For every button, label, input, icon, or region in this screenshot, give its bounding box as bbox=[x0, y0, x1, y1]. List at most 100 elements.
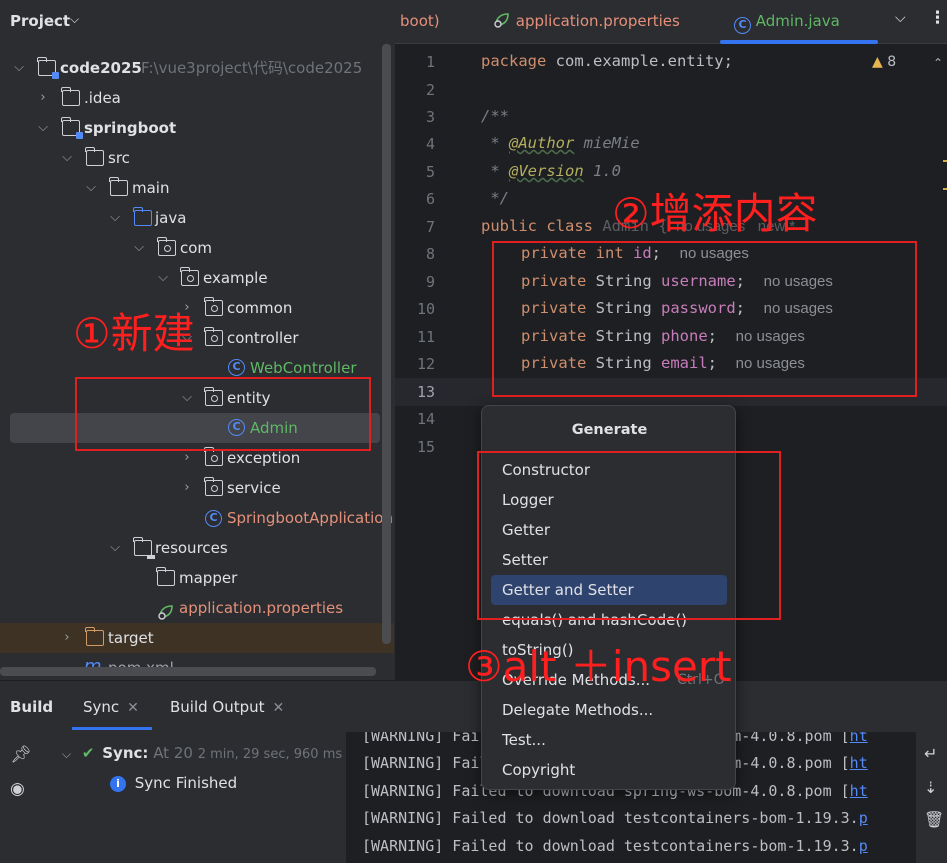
line-number: 7 bbox=[425, 218, 435, 236]
tree-item-controller[interactable]: ⌵ controller bbox=[0, 323, 394, 353]
tree-item-src[interactable]: ⌵ src bbox=[0, 143, 394, 173]
tree-item-label: code2025 bbox=[60, 59, 142, 77]
project-panel: Project ⌵ ⌵ code2025 F:\vue3project\代码\c… bbox=[0, 0, 394, 680]
vertical-scrollbar[interactable] bbox=[382, 44, 391, 644]
chevron-down-icon[interactable]: ⌵ bbox=[70, 12, 79, 27]
horizontal-scrollbar[interactable] bbox=[0, 667, 376, 676]
menu-item-label: Delegate Methods... bbox=[502, 701, 654, 719]
tree-item-label: example bbox=[203, 269, 268, 287]
warning-count: 8 bbox=[887, 54, 897, 70]
build-tool-window: Build Sync ✕ Build Output ✕ 📌︎ ◉ ⌵ ✔ Sync:… bbox=[0, 680, 947, 863]
line-number: 15 bbox=[416, 438, 435, 456]
expand-arrow-icon[interactable]: › bbox=[60, 623, 74, 653]
change-marker bbox=[943, 160, 947, 162]
expand-arrow-icon[interactable]: ⌵ bbox=[84, 173, 98, 203]
tab-admin-java[interactable]: C Admin.java bbox=[734, 12, 840, 34]
generate-test[interactable]: Test... bbox=[491, 725, 727, 755]
tab-label: Sync bbox=[83, 698, 120, 716]
tree-item-com[interactable]: ⌵ com bbox=[0, 233, 394, 263]
soft-wrap-icon[interactable]: ↵ bbox=[924, 744, 937, 763]
log-line: [WARNING] Failed to download testcontain… bbox=[362, 837, 868, 855]
tree-item-label: .idea bbox=[84, 89, 121, 107]
sync-finished-row[interactable]: i Sync Finished bbox=[110, 774, 237, 792]
line-number: 11 bbox=[416, 328, 435, 346]
generate-popup-title: Generate bbox=[571, 422, 648, 438]
line-number: 3 bbox=[425, 108, 435, 126]
expand-arrow-icon[interactable]: ⌵ bbox=[108, 533, 122, 563]
code-text: com.example.entity; bbox=[546, 52, 733, 70]
log-link[interactable]: p bbox=[859, 809, 868, 827]
generate-copyright[interactable]: Copyright bbox=[491, 755, 727, 785]
project-panel-title[interactable]: Project bbox=[10, 12, 70, 30]
log-link[interactable]: ht bbox=[850, 782, 868, 800]
tree-item-main[interactable]: ⌵ main bbox=[0, 173, 394, 203]
chevron-down-icon[interactable]: ⌵ bbox=[62, 747, 71, 761]
annotation-step1: ①新建 bbox=[73, 309, 195, 358]
excluded-folder-icon bbox=[85, 627, 104, 646]
tree-item-springbootapplication[interactable]: C SpringbootApplication bbox=[0, 503, 394, 533]
generate-delegate-methods[interactable]: Delegate Methods... bbox=[491, 695, 727, 725]
expand-arrow-icon[interactable]: ⌵ bbox=[132, 233, 146, 263]
tree-item-idea[interactable]: › .idea bbox=[0, 83, 394, 113]
annotation-box-generate-options bbox=[477, 451, 781, 620]
tree-item-resources[interactable]: ⌵ resources bbox=[0, 533, 394, 563]
tree-item-target[interactable]: › target bbox=[0, 623, 394, 653]
code-line[interactable]: * @Author mieMie bbox=[481, 134, 639, 152]
expand-arrow-icon[interactable]: ⌵ bbox=[60, 143, 74, 173]
code-text: * bbox=[481, 134, 509, 152]
more-vertical-icon[interactable]: ⋮ bbox=[929, 8, 946, 28]
pin-icon[interactable]: 📌︎ bbox=[10, 745, 32, 765]
code-line[interactable]: * @Version 1.0 bbox=[481, 162, 621, 180]
tab-application-properties[interactable]: application.properties bbox=[493, 12, 680, 30]
close-icon[interactable]: ✕ bbox=[127, 700, 139, 716]
tree-item-mapper[interactable]: mapper bbox=[0, 563, 394, 593]
tree-item-label: common bbox=[227, 299, 293, 317]
log-link[interactable]: p bbox=[859, 837, 868, 855]
expand-arrow-icon[interactable]: ⌵ bbox=[156, 263, 170, 293]
folder-icon bbox=[61, 87, 80, 106]
eye-icon[interactable]: ◉ bbox=[10, 779, 25, 799]
expand-arrow-icon[interactable]: ⌵ bbox=[108, 203, 122, 233]
tab-springboot-application[interactable]: boot) bbox=[400, 12, 440, 30]
code-text: * bbox=[481, 162, 509, 180]
tree-item-label: com bbox=[180, 239, 213, 257]
sync-label: Sync: bbox=[102, 744, 149, 762]
tree-item-service[interactable]: › service bbox=[0, 473, 394, 503]
annotation-box-fields bbox=[492, 241, 917, 397]
tree-item-application-properties[interactable]: application.properties bbox=[0, 593, 394, 623]
sync-status-row[interactable]: ⌵ ✔ Sync: At 20 2 min, 29 sec, 960 ms bbox=[62, 744, 342, 762]
line-number: 6 bbox=[425, 190, 435, 208]
expand-arrow-icon[interactable]: ⌵ bbox=[12, 53, 26, 83]
tree-item-label: resources bbox=[155, 539, 228, 557]
chevron-up-icon[interactable]: ⌃ bbox=[933, 56, 943, 70]
inspection-warnings[interactable]: ▲ 8 bbox=[872, 54, 896, 70]
chevron-down-icon[interactable]: ⌵ bbox=[895, 10, 906, 26]
menu-item-label: Copyright bbox=[502, 761, 576, 779]
spring-properties-icon bbox=[157, 600, 175, 620]
close-icon[interactable]: ✕ bbox=[273, 700, 285, 716]
expand-arrow-icon[interactable]: ⌵ bbox=[36, 113, 50, 143]
class-icon: C bbox=[228, 359, 245, 376]
keyword: public class bbox=[481, 217, 603, 235]
tree-item-springboot[interactable]: ⌵ springboot bbox=[0, 113, 394, 143]
expand-arrow-icon[interactable]: › bbox=[180, 473, 194, 503]
code-line[interactable]: */ bbox=[481, 189, 509, 207]
project-path: F:\vue3project\代码\code2025 bbox=[141, 59, 363, 77]
line-number: 14 bbox=[416, 410, 435, 428]
tree-item-example[interactable]: ⌵ example bbox=[0, 263, 394, 293]
code-line[interactable]: package com.example.entity; bbox=[481, 52, 733, 70]
tree-item-code2025[interactable]: ⌵ code2025 F:\vue3project\代码\code2025 bbox=[0, 53, 394, 83]
log-link[interactable]: ht bbox=[850, 732, 868, 745]
warning-icon: ▲ bbox=[872, 54, 883, 70]
package-icon bbox=[157, 237, 176, 256]
code-line[interactable]: /** bbox=[481, 107, 509, 125]
tab-build-output[interactable]: Build Output ✕ bbox=[170, 698, 284, 716]
log-link[interactable]: ht bbox=[850, 754, 868, 772]
tree-item-common[interactable]: › common bbox=[0, 293, 394, 323]
tab-sync[interactable]: Sync ✕ bbox=[83, 698, 139, 716]
scroll-to-end-icon[interactable]: ⇣ bbox=[924, 778, 937, 797]
trash-icon[interactable]: 🗑︎ bbox=[924, 810, 944, 829]
tree-item-java[interactable]: ⌵ java bbox=[0, 203, 394, 233]
expand-arrow-icon[interactable]: › bbox=[36, 83, 50, 113]
project-panel-header: Project ⌵ bbox=[0, 0, 394, 44]
